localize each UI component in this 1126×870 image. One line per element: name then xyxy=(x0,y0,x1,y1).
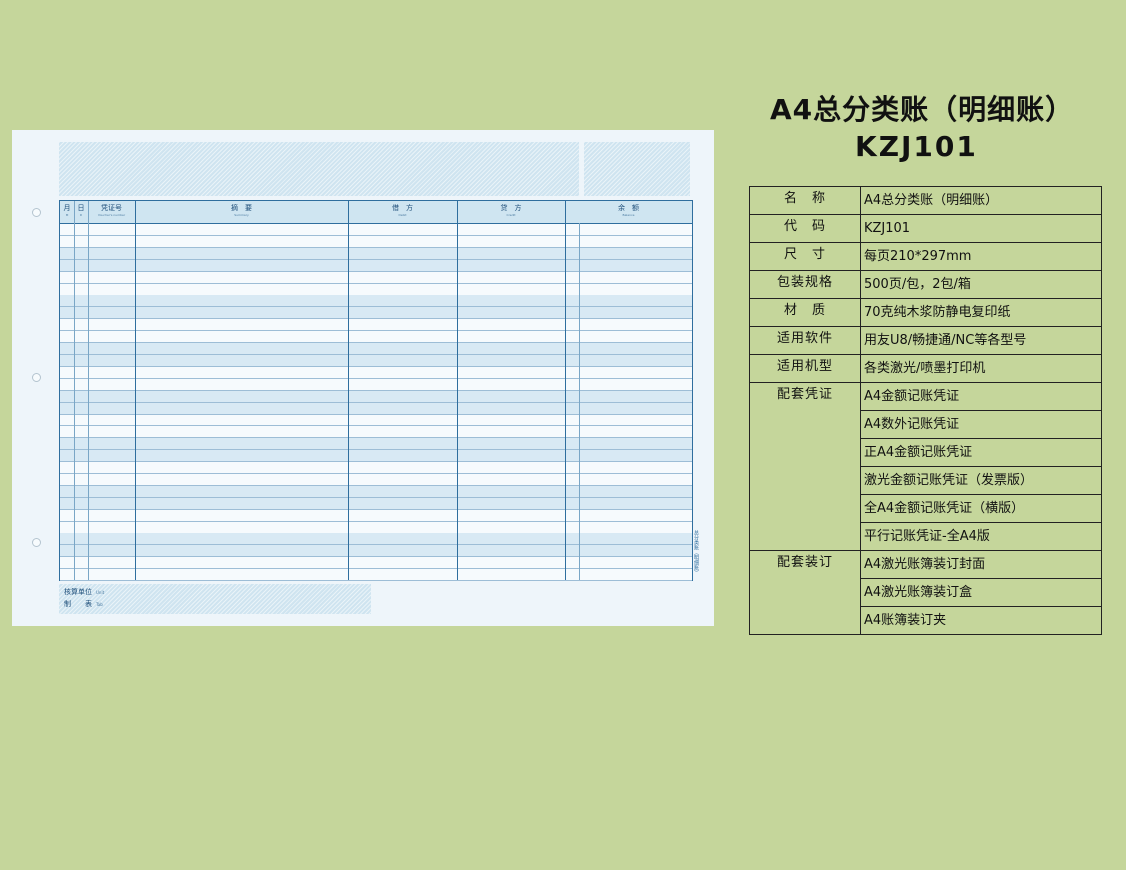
col-divider xyxy=(74,201,75,580)
ledger-row xyxy=(60,414,692,427)
voucher-item: 激光金额记账凭证（发票版） xyxy=(860,466,1102,495)
ledger-side-note: 总分类账（明细账） xyxy=(693,530,699,575)
spec-label: 材 质 xyxy=(749,298,861,327)
ledger-row xyxy=(60,474,692,486)
ledger-sheet-image: 月M 日D 凭证号 Voucher's number 摘 要 Summary 借 方… xyxy=(12,130,714,626)
col-credit: 贷 方 Credit xyxy=(500,204,522,217)
voucher-item: 正A4金额记账凭证 xyxy=(860,438,1102,467)
ledger-row xyxy=(60,319,692,332)
ledger-row xyxy=(60,462,692,474)
col-summary: 摘 要 Summary xyxy=(231,204,252,217)
ledger-row xyxy=(60,331,692,344)
ledger-row xyxy=(60,247,692,260)
spec-label: 尺 寸 xyxy=(749,242,861,271)
ledger-row xyxy=(60,390,692,403)
ledger-row xyxy=(60,236,692,248)
footer-maker: 制 表 Tab xyxy=(64,600,103,608)
voucher-item: A4金额记账凭证 xyxy=(860,382,1102,411)
spec-value: A4总分类账（明细账） xyxy=(860,186,1102,215)
binding-item: A4激光账簿装订封面 xyxy=(860,550,1102,579)
spec-label: 适用机型 xyxy=(749,354,861,383)
spec-value: 用友U8/畅捷通/NC等各型号 xyxy=(860,326,1102,355)
voucher-item: A4数外记账凭证 xyxy=(860,410,1102,439)
ledger-row xyxy=(60,510,692,522)
footer-unit: 核算单位 Unit xyxy=(64,588,105,596)
header-area xyxy=(59,142,579,196)
spec-value: 各类激光/喷墨打印机 xyxy=(860,354,1102,383)
spec-label: 包装规格 xyxy=(749,270,861,299)
ledger-header: 月M 日D 凭证号 Voucher's number 摘 要 Summary 借 方… xyxy=(60,201,692,224)
header-side-area xyxy=(584,142,690,196)
spec-label: 适用软件 xyxy=(749,326,861,355)
col-month: 月M xyxy=(63,204,71,217)
ledger-row xyxy=(60,426,692,439)
ledger-row xyxy=(60,557,692,570)
col-divider xyxy=(135,201,136,580)
col-divider xyxy=(565,201,566,580)
spec-value: 每页210*297mm xyxy=(860,242,1102,271)
footer-area xyxy=(59,584,371,614)
ledger-row xyxy=(60,284,692,296)
ledger-row xyxy=(60,259,692,272)
ledger-row xyxy=(60,545,692,558)
binding-item: A4账簿装订夹 xyxy=(860,606,1102,635)
ledger-table: 月M 日D 凭证号 Voucher's number 摘 要 Summary 借 方… xyxy=(59,200,693,582)
col-divider xyxy=(579,223,580,580)
col-divider xyxy=(348,201,349,580)
spec-value: 70克纯木浆防静电复印纸 xyxy=(860,298,1102,327)
ledger-row xyxy=(60,402,692,415)
voucher-item: 平行记账凭证-全A4版 xyxy=(860,522,1102,551)
voucher-item: 全A4金额记账凭证（横版） xyxy=(860,494,1102,523)
ledger-row xyxy=(60,272,692,284)
ledger-row xyxy=(60,450,692,463)
col-debit: 借 方 Debit xyxy=(392,204,413,217)
ledger-row xyxy=(60,533,692,546)
binding-item: A4激光账簿装订盒 xyxy=(860,578,1102,607)
col-divider xyxy=(88,201,89,580)
ledger-row xyxy=(60,295,692,308)
ledger-row xyxy=(60,485,692,498)
ledger-row xyxy=(60,343,692,355)
col-day: 日D xyxy=(77,204,85,217)
spec-value: 500页/包，2包/箱 xyxy=(860,270,1102,299)
ledger-row xyxy=(60,438,692,451)
binding-hole xyxy=(32,208,41,217)
ledger-row xyxy=(60,522,692,534)
binding-group-label: 配套装订 xyxy=(749,550,861,635)
product-code: KZJ101 xyxy=(855,130,978,163)
binding-hole xyxy=(32,373,41,382)
ledger-row xyxy=(60,307,692,320)
col-voucher: 凭证号 Voucher's number xyxy=(97,204,126,217)
spec-label: 名 称 xyxy=(749,186,861,215)
binding-hole xyxy=(32,538,41,547)
voucher-group-label: 配套凭证 xyxy=(749,382,861,551)
spec-value: KZJ101 xyxy=(860,214,1102,243)
ledger-row xyxy=(60,569,692,582)
col-balance: 余 额 Balance xyxy=(618,204,639,217)
product-title: A4总分类账（明细账） xyxy=(770,93,1075,126)
ledger-row xyxy=(60,367,692,379)
ledger-row xyxy=(60,497,692,510)
ledger-row xyxy=(60,224,692,236)
spec-label: 代 码 xyxy=(749,214,861,243)
col-divider xyxy=(457,201,458,580)
ledger-row xyxy=(60,379,692,391)
spec-table: 名 称 A4总分类账（明细账）代 码 KZJ101 尺 寸每页210*297mm 包装规… xyxy=(749,186,1102,635)
ledger-row xyxy=(60,354,692,367)
